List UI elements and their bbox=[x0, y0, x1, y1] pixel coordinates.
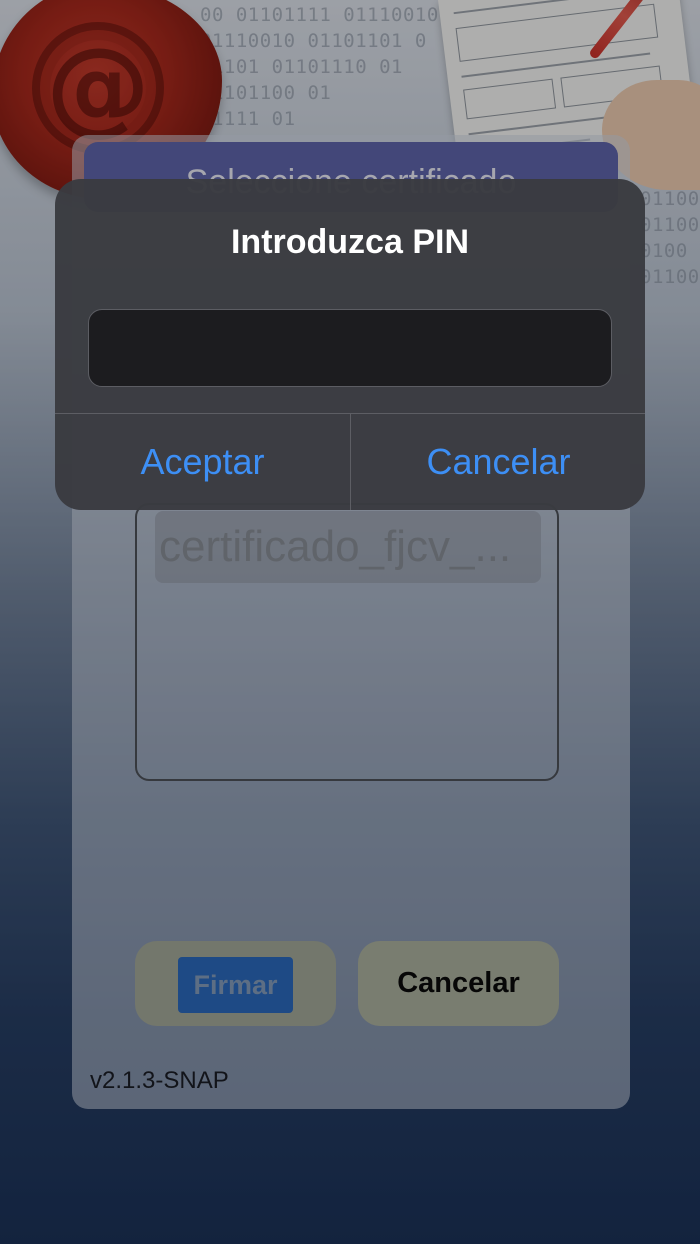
alert-title: Introduzca PIN bbox=[230, 223, 470, 261]
accept-button[interactable]: Aceptar bbox=[55, 414, 350, 510]
pin-alert-dialog: Introduzca PIN Aceptar Cancelar bbox=[55, 179, 645, 510]
pin-input[interactable] bbox=[88, 309, 612, 387]
alert-cancel-button[interactable]: Cancelar bbox=[351, 414, 645, 510]
